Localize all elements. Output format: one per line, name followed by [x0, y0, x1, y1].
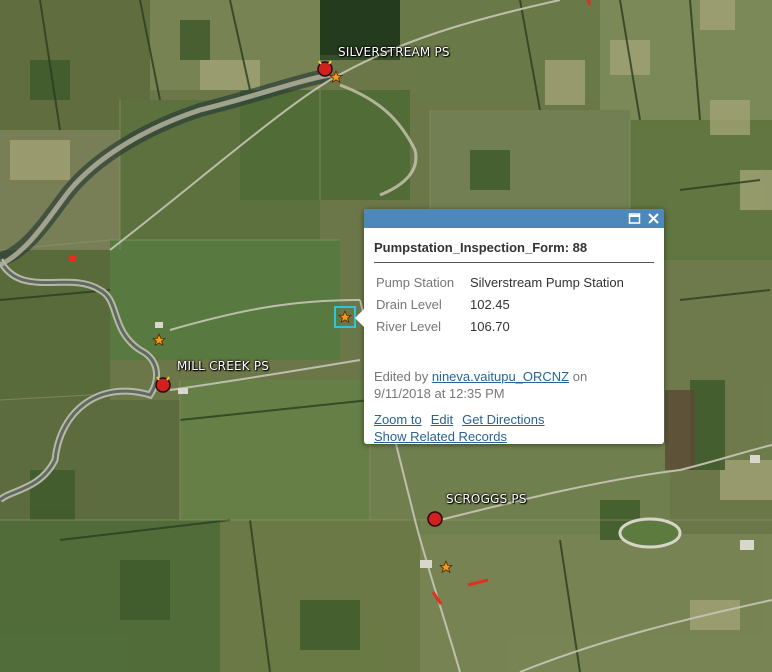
- feature-popup: Pumpstation_Inspection_Form: 88 Pump Sta…: [355, 209, 664, 445]
- popup-actions: Zoom to Edit Get Directions Show Related R…: [374, 411, 654, 445]
- attribute-row: Pump Station Silverstream Pump Station: [374, 272, 624, 294]
- pump-station-marker[interactable]: [152, 374, 174, 396]
- field-name: River Level: [376, 319, 442, 334]
- field-name: Drain Level: [376, 297, 442, 312]
- popup-pointer: [355, 309, 364, 327]
- pump-station-label-silverstream: SILVERSTREAM PS: [338, 45, 450, 59]
- edited-prefix: Edited by: [374, 369, 432, 384]
- inspection-star-icon[interactable]: [152, 333, 166, 347]
- pump-station-marker[interactable]: [424, 508, 446, 530]
- attribute-row: River Level 106.70: [374, 316, 624, 338]
- popup-body: Pumpstation_Inspection_Form: 88 Pump Sta…: [364, 228, 664, 445]
- field-value: Silverstream Pump Station: [470, 275, 624, 290]
- edit-link[interactable]: Edit: [431, 412, 453, 427]
- selected-feature-highlight[interactable]: [334, 306, 356, 328]
- get-directions-link[interactable]: Get Directions: [462, 412, 544, 427]
- pump-station-label-mill-creek: MILL CREEK PS: [177, 359, 270, 373]
- pump-station-label-scroggs: SCROGGS PS: [446, 492, 527, 506]
- field-name: Pump Station: [376, 275, 455, 290]
- edit-info: Edited by nineva.vaitupu_ORCNZ on 9/11/2…: [374, 368, 654, 402]
- attribute-table: Pump Station Silverstream Pump Station D…: [374, 272, 624, 338]
- edited-date: 9/11/2018 at 12:35 PM: [374, 386, 505, 401]
- edited-on: on: [569, 369, 588, 384]
- zoom-to-link[interactable]: Zoom to: [374, 412, 422, 427]
- editor-user-link[interactable]: nineva.vaitupu_ORCNZ: [432, 369, 569, 384]
- popup-header-bar: [364, 209, 664, 228]
- close-icon[interactable]: [646, 211, 661, 226]
- field-value: 102.45: [470, 297, 510, 312]
- inspection-star-icon[interactable]: [439, 560, 453, 574]
- show-related-records-link[interactable]: Show Related Records: [374, 429, 507, 444]
- inspection-star-icon: [338, 310, 352, 324]
- maximize-icon[interactable]: [627, 211, 642, 226]
- attribute-row: Drain Level 102.45: [374, 294, 624, 316]
- popup-title: Pumpstation_Inspection_Form: 88: [374, 240, 654, 263]
- field-value: 106.70: [470, 319, 510, 334]
- inspection-star-icon[interactable]: [329, 70, 343, 84]
